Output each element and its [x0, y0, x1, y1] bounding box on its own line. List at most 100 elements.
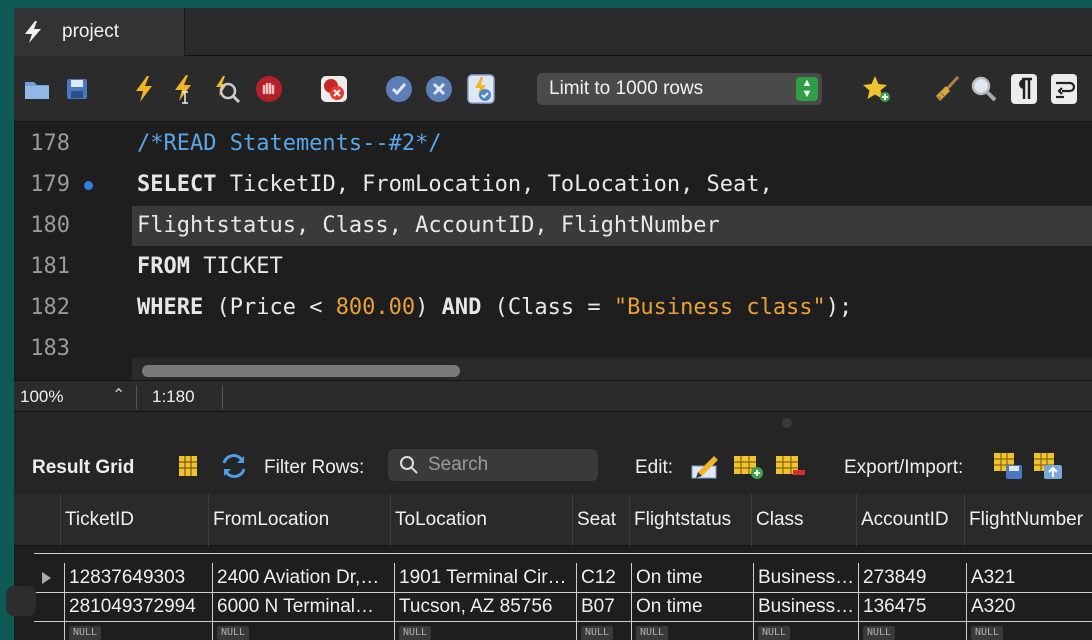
delete-row-icon[interactable] — [774, 450, 806, 482]
column-header-flightstatus[interactable]: Flightstatus — [629, 494, 751, 546]
null-badge: NULL — [971, 626, 1004, 640]
sql-keyword: FROM — [137, 254, 190, 279]
invisible-chars-icon[interactable] — [1009, 73, 1039, 105]
tab-project[interactable]: project — [14, 8, 185, 56]
filter-rows-label: Filter Rows: — [264, 457, 365, 478]
table-cell[interactable]: Tucson, AZ 85756 — [394, 592, 572, 621]
sql-text: TICKET — [189, 254, 283, 279]
table-cell[interactable]: 1901 Terminal Cir… — [394, 563, 572, 592]
table-row[interactable]: 281049372994 6000 N Terminal… Tucson, AZ… — [14, 592, 1092, 621]
statement-marker-icon — [84, 181, 93, 190]
rollback-icon[interactable] — [424, 73, 454, 105]
column-header-accountid[interactable]: AccountID — [856, 494, 964, 546]
scrollbar-thumb[interactable] — [142, 365, 460, 377]
stop-on-error-icon[interactable] — [319, 73, 349, 105]
line-number: 182 — [30, 295, 70, 320]
divider — [222, 385, 223, 409]
lightning-icon — [25, 21, 41, 43]
sql-text: (Class = — [481, 295, 614, 320]
sql-keyword: WHERE — [137, 295, 204, 320]
line-number: 179 — [30, 172, 70, 197]
refresh-icon[interactable] — [218, 450, 250, 482]
table-row-new[interactable]: NULL NULL NULL NULL NULL NULL NULL NULL — [14, 622, 1092, 640]
sql-comment: /*READ Statements--#2*/ — [137, 131, 442, 156]
edit-cell-icon[interactable] — [690, 450, 722, 482]
null-cell[interactable]: NULL — [394, 622, 572, 640]
null-cell[interactable]: NULL — [966, 622, 1092, 640]
resize-handle[interactable] — [782, 418, 792, 428]
table-cell[interactable]: C12 — [576, 563, 629, 592]
editor-line: 181 FROM TICKET — [14, 247, 1092, 287]
execute-current-icon[interactable] — [169, 73, 199, 105]
filter-search-box[interactable] — [388, 449, 598, 481]
tab-bar: project — [14, 8, 1092, 56]
grid-columns-icon[interactable] — [172, 450, 204, 482]
table-cell[interactable]: A321 — [966, 563, 1092, 592]
limit-rows-select[interactable]: Limit to 1000 rows ▲ ▼ — [537, 73, 822, 105]
chevron-updown-icon: ▲ ▼ — [796, 77, 818, 101]
limit-rows-label: Limit to 1000 rows — [549, 78, 704, 99]
execute-icon[interactable] — [129, 73, 159, 105]
column-header-ticketid[interactable]: TicketID — [60, 494, 208, 546]
table-row[interactable]: 12837649303 2400 Aviation Dr,… 1901 Term… — [14, 563, 1092, 592]
result-grid-title[interactable]: Result Grid — [32, 457, 134, 479]
table-cell[interactable]: Business… — [753, 563, 856, 592]
autocommit-icon[interactable] — [466, 73, 496, 105]
null-cell[interactable]: NULL — [212, 622, 390, 640]
find-magnifier-icon[interactable] — [969, 73, 999, 105]
import-icon[interactable] — [1032, 450, 1064, 482]
null-cell[interactable]: NULL — [631, 622, 751, 640]
null-badge: NULL — [69, 626, 102, 640]
table-cell[interactable]: B07 — [576, 592, 629, 621]
column-header-flightnumber[interactable]: FlightNumber — [964, 494, 1092, 546]
null-cell[interactable]: NULL — [753, 622, 856, 640]
table-cell[interactable]: 12837649303 — [64, 563, 208, 592]
search-icon — [400, 456, 418, 474]
stop-icon[interactable] — [254, 73, 284, 105]
add-row-icon[interactable] — [732, 450, 764, 482]
sql-toolbar: Limit to 1000 rows ▲ ▼ — [14, 56, 1092, 122]
tab-label: project — [62, 21, 120, 42]
commit-icon[interactable] — [384, 73, 414, 105]
export-icon[interactable] — [992, 450, 1024, 482]
null-badge: NULL — [217, 626, 250, 640]
beautify-broom-icon[interactable] — [932, 73, 962, 105]
sql-keyword: AND — [441, 295, 482, 320]
table-cell[interactable]: 136475 — [858, 592, 964, 621]
table-cell[interactable]: On time — [631, 563, 751, 592]
column-header-class[interactable]: Class — [751, 494, 856, 546]
editor-status-bar: 100% ⌃ 1:180 — [14, 380, 1092, 412]
table-cell[interactable]: Business… — [753, 592, 856, 621]
result-grid[interactable]: TicketID FromLocation ToLocation Seat Fl… — [14, 494, 1092, 640]
table-cell[interactable]: 281049372994 — [64, 592, 208, 621]
explain-icon[interactable] — [211, 73, 241, 105]
table-cell[interactable]: A320 — [966, 592, 1092, 621]
add-snippet-star-icon[interactable] — [862, 73, 892, 105]
zoom-level[interactable]: 100% — [20, 387, 63, 407]
sql-text: ); — [825, 295, 853, 320]
null-badge: NULL — [399, 626, 432, 640]
column-header-tolocation[interactable]: ToLocation — [390, 494, 572, 546]
cursor-position: 1:180 — [152, 387, 195, 406]
column-header-fromlocation[interactable]: FromLocation — [208, 494, 390, 546]
column-header-seat[interactable]: Seat — [572, 494, 629, 546]
null-cell[interactable]: NULL — [64, 622, 208, 640]
null-cell[interactable]: NULL — [858, 622, 964, 640]
table-cell[interactable]: 273849 — [858, 563, 964, 592]
table-cell[interactable]: 2400 Aviation Dr,… — [212, 563, 390, 592]
editor-line-current: 180 Flightstatus, Class, AccountID, Flig… — [14, 206, 1092, 246]
save-icon[interactable] — [62, 73, 92, 105]
editor-line: 182 WHERE (Price < 800.00) AND (Class = … — [14, 288, 1092, 328]
table-cell[interactable]: On time — [631, 592, 751, 621]
word-wrap-icon[interactable] — [1049, 73, 1079, 105]
open-folder-icon[interactable] — [22, 73, 52, 105]
null-cell[interactable]: NULL — [576, 622, 629, 640]
sql-editor[interactable]: 178 /*READ Statements--#2*/ 179 SELECT T… — [14, 122, 1092, 384]
line-number: 181 — [30, 254, 70, 279]
zoom-stepper-icon[interactable]: ⌃ — [112, 385, 125, 405]
line-number: 178 — [30, 131, 70, 156]
current-row-arrow-icon — [42, 572, 51, 584]
filter-search-input[interactable] — [428, 454, 588, 476]
edit-label: Edit: — [635, 457, 674, 478]
table-cell[interactable]: 6000 N Terminal… — [212, 592, 390, 621]
